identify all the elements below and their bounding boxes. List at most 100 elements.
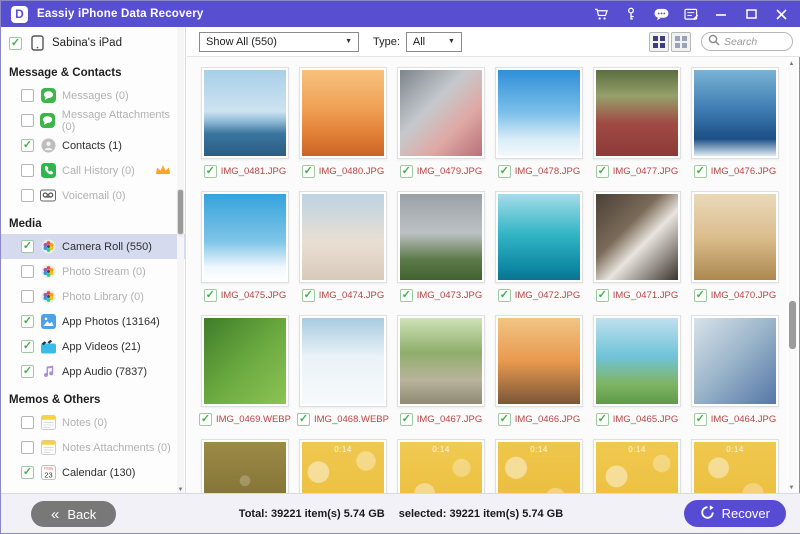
cart-icon[interactable] [593, 6, 609, 22]
item-checkbox[interactable]: ✓ [21, 89, 34, 102]
photo-item[interactable]: ✓ IMG_0471.JPG [589, 191, 685, 307]
photo-thumbnail[interactable] [201, 67, 289, 159]
device-row[interactable]: ✓ Sabina's iPad [1, 27, 185, 57]
photo-checkbox[interactable]: ✓ [596, 413, 609, 426]
photo-item[interactable]: 0:14 ✓ [491, 439, 587, 495]
item-checkbox[interactable]: ✓ [21, 340, 34, 353]
photo-item[interactable]: ✓ IMG_0469.WEBP [197, 315, 293, 431]
photo-checkbox[interactable]: ✓ [498, 413, 511, 426]
back-button[interactable]: « Back [31, 501, 116, 527]
photo-item[interactable]: ✓ [197, 439, 293, 495]
register-form-icon[interactable] [683, 6, 699, 22]
item-checkbox[interactable]: ✓ [21, 139, 34, 152]
photo-thumbnail[interactable] [593, 191, 681, 283]
sidebar-item-voicemail[interactable]: ✓ Voicemail (0) [1, 183, 185, 208]
photo-thumbnail[interactable] [299, 315, 387, 407]
main-scrollbar[interactable]: ▲ ▼ [788, 59, 797, 493]
sidebar-item-message-attachments[interactable]: ✓ Message Attachments (0) [1, 108, 185, 133]
item-checkbox[interactable]: ✓ [21, 265, 34, 278]
photo-thumbnail[interactable] [397, 315, 485, 407]
sidebar-item-photo-stream[interactable]: ✓ Photo Stream (0) [1, 259, 185, 284]
photo-item[interactable]: ✓ IMG_0479.JPG [393, 67, 489, 183]
filter-dropdown[interactable]: Show All (550) ▼ [199, 32, 359, 52]
item-checkbox[interactable]: ✓ [21, 114, 34, 127]
search-box[interactable] [701, 32, 793, 51]
photo-thumbnail[interactable] [593, 315, 681, 407]
photo-thumbnail[interactable] [201, 439, 289, 495]
item-checkbox[interactable]: ✓ [21, 240, 34, 253]
photo-item[interactable]: ✓ IMG_0467.JPG [393, 315, 489, 431]
photo-item[interactable]: ✓ IMG_0478.JPG [491, 67, 587, 183]
photo-thumbnail[interactable] [397, 191, 485, 283]
photo-item[interactable]: ✓ IMG_0468.WEBP [295, 315, 391, 431]
maximize-button[interactable] [743, 6, 759, 22]
key-icon[interactable] [623, 6, 639, 22]
photo-item[interactable]: ✓ IMG_0481.JPG [197, 67, 293, 183]
feedback-chat-icon[interactable] [653, 6, 669, 22]
photo-item[interactable]: ✓ IMG_0476.JPG [687, 67, 783, 183]
photo-checkbox[interactable]: ✓ [498, 289, 511, 302]
photo-thumbnail[interactable]: 0:14 [691, 439, 779, 495]
photo-checkbox[interactable]: ✓ [694, 413, 707, 426]
scroll-up-arrow[interactable]: ▲ [788, 61, 795, 67]
main-scrollbar-thumb[interactable] [789, 301, 796, 349]
photo-thumbnail[interactable]: 0:14 [593, 439, 681, 495]
list-view-button[interactable] [671, 32, 691, 52]
photo-checkbox[interactable]: ✓ [694, 165, 707, 178]
photo-thumbnail[interactable] [299, 67, 387, 159]
photo-thumbnail[interactable] [397, 67, 485, 159]
photo-thumbnail[interactable] [495, 315, 583, 407]
photo-item[interactable]: 0:14 ✓ [295, 439, 391, 495]
photo-item[interactable]: 0:14 ✓ [687, 439, 783, 495]
photo-checkbox[interactable]: ✓ [302, 165, 315, 178]
photo-checkbox[interactable]: ✓ [400, 165, 413, 178]
item-checkbox[interactable]: ✓ [21, 365, 34, 378]
photo-checkbox[interactable]: ✓ [297, 413, 310, 426]
item-checkbox[interactable]: ✓ [21, 189, 34, 202]
photo-thumbnail[interactable] [691, 315, 779, 407]
item-checkbox[interactable]: ✓ [21, 164, 34, 177]
sidebar-item-app-audio[interactable]: ✓ App Audio (7837) [1, 359, 185, 384]
photo-item[interactable]: ✓ IMG_0475.JPG [197, 191, 293, 307]
photo-item[interactable]: ✓ IMG_0470.JPG [687, 191, 783, 307]
sidebar-item-app-photos[interactable]: ✓ App Photos (13164) [1, 309, 185, 334]
photo-thumbnail[interactable] [495, 191, 583, 283]
sidebar-item-notes[interactable]: ✓ Notes (0) [1, 410, 185, 435]
photo-item[interactable]: 0:14 ✓ [589, 439, 685, 495]
sidebar-scrollbar[interactable]: ▼ [177, 27, 184, 495]
photo-thumbnail[interactable] [593, 67, 681, 159]
search-input[interactable] [724, 36, 786, 48]
photo-item[interactable]: ✓ IMG_0480.JPG [295, 67, 391, 183]
photo-item[interactable]: ✓ IMG_0472.JPG [491, 191, 587, 307]
minimize-button[interactable] [713, 6, 729, 22]
item-checkbox[interactable]: ✓ [21, 416, 34, 429]
sidebar-item-contacts[interactable]: ✓ Contacts (1) [1, 133, 185, 158]
item-checkbox[interactable]: ✓ [21, 441, 34, 454]
scroll-down-arrow[interactable]: ▼ [788, 485, 795, 491]
device-checkbox[interactable]: ✓ [9, 37, 22, 50]
photo-item[interactable]: ✓ IMG_0464.JPG [687, 315, 783, 431]
photo-item[interactable]: ✓ IMG_0474.JPG [295, 191, 391, 307]
photo-thumbnail[interactable] [495, 67, 583, 159]
sidebar-item-camera-roll[interactable]: ✓ Camera Roll (550) [1, 234, 185, 259]
photo-item[interactable]: ✓ IMG_0466.JPG [491, 315, 587, 431]
photo-item[interactable]: ✓ IMG_0465.JPG [589, 315, 685, 431]
photo-checkbox[interactable]: ✓ [596, 289, 609, 302]
sidebar-item-app-videos[interactable]: ✓ App Videos (21) [1, 334, 185, 359]
photo-checkbox[interactable]: ✓ [400, 289, 413, 302]
photo-thumbnail[interactable] [201, 315, 289, 407]
photo-checkbox[interactable]: ✓ [204, 165, 217, 178]
photo-checkbox[interactable]: ✓ [498, 165, 511, 178]
recover-button[interactable]: Recover [684, 500, 786, 527]
sidebar-item-photo-library[interactable]: ✓ Photo Library (0) [1, 284, 185, 309]
photo-item[interactable]: ✓ IMG_0477.JPG [589, 67, 685, 183]
photo-checkbox[interactable]: ✓ [400, 413, 413, 426]
grid-view-button[interactable] [649, 32, 669, 52]
photo-thumbnail[interactable]: 0:14 [495, 439, 583, 495]
sidebar-scrollbar-thumb[interactable] [177, 189, 184, 235]
photo-checkbox[interactable]: ✓ [302, 289, 315, 302]
sidebar-item-call-history[interactable]: ✓ Call History (0) [1, 158, 185, 183]
photo-item[interactable]: ✓ IMG_0473.JPG [393, 191, 489, 307]
sidebar-item-calendar[interactable]: ✓ Friday23 Calendar (130) [1, 460, 185, 485]
item-checkbox[interactable]: ✓ [21, 466, 34, 479]
